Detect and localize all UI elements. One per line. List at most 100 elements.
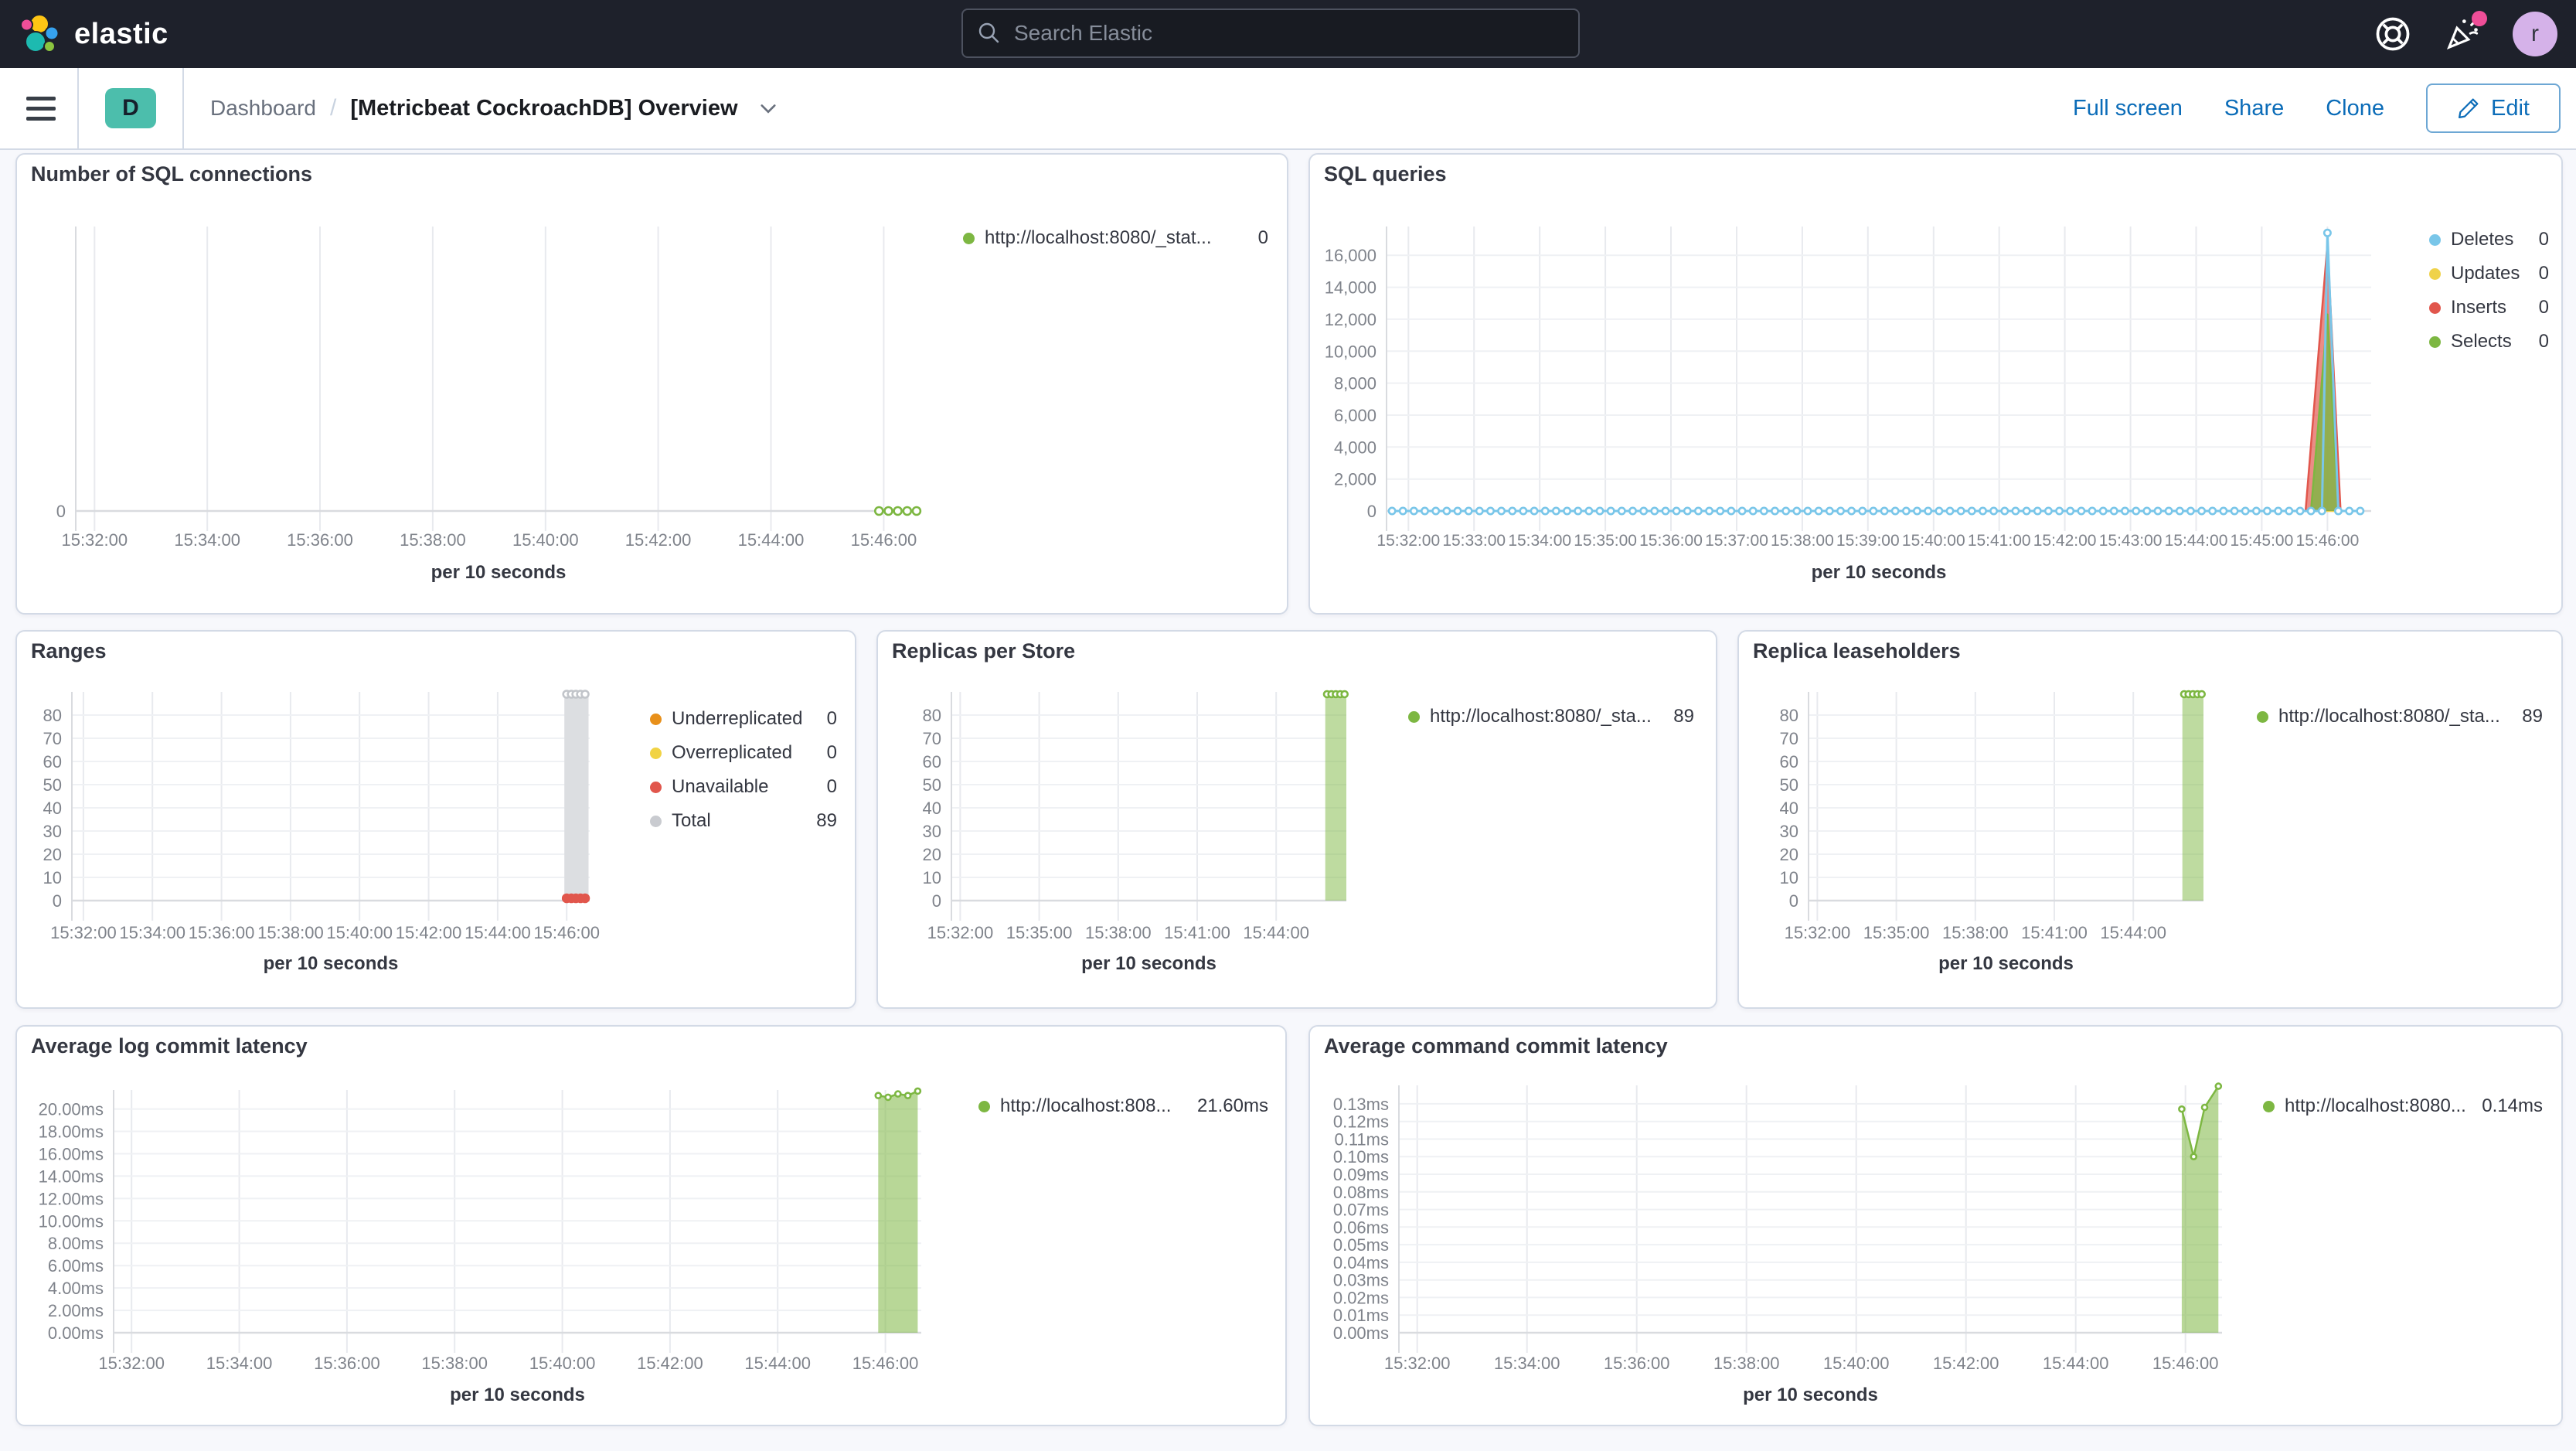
panel-ranges: Ranges 0 10 20 30 40 50 60 70 80 15:32:00 15:34:00… bbox=[15, 630, 856, 1009]
legend-swatch bbox=[1408, 710, 1420, 723]
avatar-initial: r bbox=[2531, 21, 2539, 46]
legend-item[interactable]: http://localhost:8080/_stat... 0 bbox=[963, 221, 1268, 255]
svg-text:15:32:00: 15:32:00 bbox=[927, 923, 994, 942]
edit-button[interactable]: Edit bbox=[2426, 83, 2561, 133]
svg-text:per 10 seconds: per 10 seconds bbox=[1081, 953, 1217, 974]
legend-swatch bbox=[650, 815, 662, 827]
svg-text:15:46:00: 15:46:00 bbox=[851, 530, 917, 550]
space-badge[interactable]: D bbox=[105, 88, 156, 128]
chevron-down-icon[interactable] bbox=[758, 98, 778, 118]
svg-text:0: 0 bbox=[56, 502, 66, 521]
help-button[interactable] bbox=[2374, 15, 2412, 53]
legend-item[interactable]: Overreplicated 0 bbox=[650, 736, 837, 770]
legend-swatch bbox=[650, 781, 662, 793]
svg-text:15:38:00: 15:38:00 bbox=[1942, 923, 2009, 942]
legend-swatch bbox=[978, 1100, 990, 1112]
panel-replica-leaseholders: Replica leaseholders 0 10 20 30 40 50 60 70 80 15… bbox=[1737, 630, 2563, 1009]
svg-text:50: 50 bbox=[43, 775, 62, 795]
svg-text:15:36:00: 15:36:00 bbox=[1639, 532, 1703, 550]
legend-item[interactable]: http://localhost:808... 21.60ms bbox=[978, 1089, 1268, 1123]
legend-item[interactable]: Updates 0 bbox=[2429, 257, 2549, 291]
svg-text:15:34:00: 15:34:00 bbox=[1508, 532, 1571, 550]
svg-text:10,000: 10,000 bbox=[1325, 342, 1376, 361]
svg-text:15:42:00: 15:42:00 bbox=[2033, 532, 2097, 550]
svg-text:15:36:00: 15:36:00 bbox=[189, 923, 255, 942]
svg-text:8,000: 8,000 bbox=[1334, 374, 1376, 393]
legend-item[interactable]: Inserts 0 bbox=[2429, 291, 2549, 325]
svg-text:15:46:00: 15:46:00 bbox=[2296, 532, 2360, 550]
svg-text:16.00ms: 16.00ms bbox=[39, 1145, 104, 1164]
svg-text:15:38:00: 15:38:00 bbox=[421, 1354, 488, 1373]
legend-value: 89 bbox=[2522, 706, 2543, 727]
legend-item[interactable]: http://localhost:8080/_sta... 89 bbox=[2257, 700, 2543, 734]
svg-text:15:40:00: 15:40:00 bbox=[1902, 532, 1965, 550]
elastic-brand[interactable]: elastic bbox=[0, 14, 168, 54]
svg-text:15:34:00: 15:34:00 bbox=[119, 923, 185, 942]
full-screen-button[interactable]: Full screen bbox=[2073, 96, 2183, 121]
legend-item[interactable]: Unavailable 0 bbox=[650, 770, 837, 804]
svg-text:30: 30 bbox=[43, 822, 62, 841]
legend-item[interactable]: Deletes 0 bbox=[2429, 223, 2549, 257]
legend-value: 0 bbox=[2538, 263, 2549, 284]
top-navigation-bar: elastic Search Elastic r bbox=[0, 0, 2576, 68]
svg-text:15:32:00: 15:32:00 bbox=[1785, 923, 1851, 942]
svg-text:15:35:00: 15:35:00 bbox=[1863, 923, 1930, 942]
svg-text:15:36:00: 15:36:00 bbox=[314, 1354, 380, 1373]
legend-item[interactable]: Underreplicated 0 bbox=[650, 702, 837, 736]
svg-text:10: 10 bbox=[1780, 868, 1798, 887]
menu-toggle-button[interactable] bbox=[0, 68, 77, 148]
legend-item[interactable]: Selects 0 bbox=[2429, 325, 2549, 359]
legend-swatch bbox=[2263, 1100, 2275, 1112]
svg-text:15:44:00: 15:44:00 bbox=[2043, 1354, 2109, 1373]
svg-text:30: 30 bbox=[1780, 822, 1798, 841]
svg-text:0.03ms: 0.03ms bbox=[1333, 1271, 1389, 1290]
legend-item[interactable]: http://localhost:8080... 0.14ms bbox=[2263, 1089, 2543, 1123]
svg-text:16,000: 16,000 bbox=[1325, 246, 1376, 265]
svg-text:70: 70 bbox=[923, 729, 941, 748]
svg-text:70: 70 bbox=[1780, 729, 1798, 748]
chart-average-command-commit-latency: 0.00ms0.01ms0.02ms0.03ms0.04ms0.05ms0.06… bbox=[1333, 1082, 2223, 1405]
breadcrumb: Dashboard / [Metricbeat CockroachDB] Ove… bbox=[184, 95, 778, 121]
legend-label: Unavailable bbox=[672, 776, 769, 797]
svg-text:14,000: 14,000 bbox=[1325, 278, 1376, 298]
legend-label: Updates bbox=[2451, 263, 2520, 284]
clone-button[interactable]: Clone bbox=[2326, 96, 2384, 121]
svg-text:0.12ms: 0.12ms bbox=[1333, 1112, 1389, 1132]
svg-text:15:36:00: 15:36:00 bbox=[287, 530, 353, 550]
svg-text:0.01ms: 0.01ms bbox=[1333, 1306, 1389, 1325]
search-box[interactable] bbox=[961, 9, 1580, 58]
legend-label: Inserts bbox=[2451, 297, 2507, 318]
svg-text:0.08ms: 0.08ms bbox=[1333, 1183, 1389, 1202]
breadcrumb-separator: / bbox=[329, 95, 337, 121]
svg-text:15:41:00: 15:41:00 bbox=[1164, 923, 1230, 942]
svg-text:50: 50 bbox=[923, 775, 941, 795]
breadcrumb-bar: D Dashboard / [Metricbeat CockroachDB] O… bbox=[0, 68, 2576, 150]
newsfeed-button[interactable] bbox=[2443, 11, 2487, 53]
legend-label: Overreplicated bbox=[672, 742, 793, 763]
svg-text:15:42:00: 15:42:00 bbox=[637, 1354, 703, 1373]
svg-text:15:46:00: 15:46:00 bbox=[2152, 1354, 2219, 1373]
pencil-icon bbox=[2459, 98, 2479, 118]
legend-value: 21.60ms bbox=[1196, 1095, 1268, 1116]
breadcrumb-dashboard-link[interactable]: Dashboard bbox=[210, 96, 316, 121]
svg-text:80: 80 bbox=[923, 706, 941, 725]
panel-average-log-commit-latency: Average log commit latency 0.00ms 2.00ms 4… bbox=[15, 1025, 1287, 1426]
chart-replicas-per-store: 0 10 20 30 40 50 60 70 80 15:32:00 15:35:00 15:38:0… bbox=[923, 690, 1349, 974]
search-input[interactable] bbox=[1012, 20, 1564, 46]
svg-text:0: 0 bbox=[1367, 502, 1376, 521]
legend-item[interactable]: http://localhost:8080/_sta... 89 bbox=[1408, 700, 1694, 734]
svg-text:60: 60 bbox=[43, 752, 62, 771]
svg-text:15:44:00: 15:44:00 bbox=[2100, 923, 2166, 942]
share-button[interactable]: Share bbox=[2224, 96, 2284, 121]
legend-item[interactable]: Total 89 bbox=[650, 804, 837, 838]
svg-text:15:38:00: 15:38:00 bbox=[1771, 532, 1834, 550]
svg-text:15:32:00: 15:32:00 bbox=[50, 923, 117, 942]
svg-text:15:32:00: 15:32:00 bbox=[98, 1354, 165, 1373]
user-avatar[interactable]: r bbox=[2513, 12, 2557, 56]
svg-text:0: 0 bbox=[53, 891, 62, 911]
svg-text:4.00ms: 4.00ms bbox=[48, 1279, 104, 1298]
svg-text:0.06ms: 0.06ms bbox=[1333, 1218, 1389, 1237]
dashboard-actions: Full screen Share Clone Edit bbox=[2073, 83, 2576, 133]
legend-label: http://localhost:8080/_stat... bbox=[985, 227, 1212, 248]
header-icons: r bbox=[2374, 0, 2557, 68]
